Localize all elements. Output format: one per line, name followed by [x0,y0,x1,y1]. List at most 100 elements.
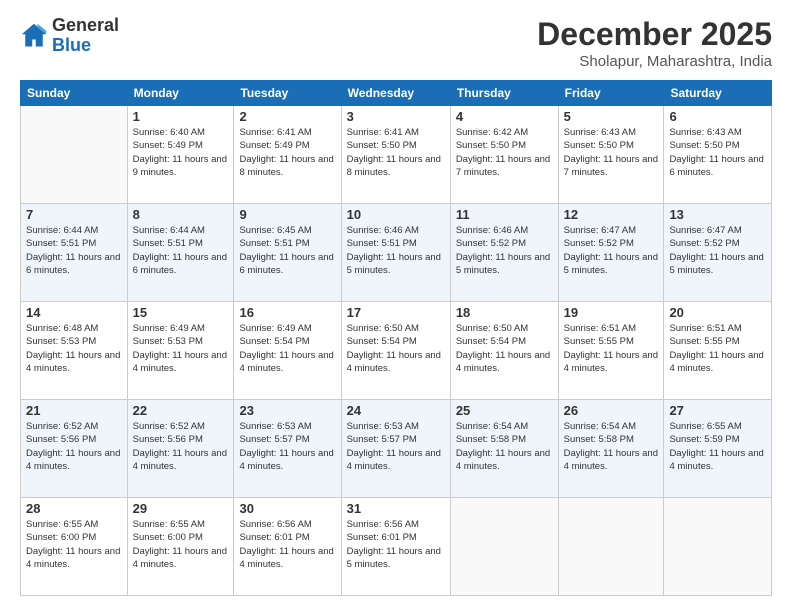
cell-sun-info: Sunrise: 6:50 AMSunset: 5:54 PMDaylight:… [347,322,445,375]
calendar-cell: 14 Sunrise: 6:48 AMSunset: 5:53 PMDayligh… [21,302,128,400]
day-number: 31 [347,501,445,516]
cell-sun-info: Sunrise: 6:48 AMSunset: 5:53 PMDaylight:… [26,322,122,375]
day-number: 6 [669,109,766,124]
cell-sun-info: Sunrise: 6:43 AMSunset: 5:50 PMDaylight:… [564,126,659,179]
calendar-cell: 8 Sunrise: 6:44 AMSunset: 5:51 PMDaylight… [127,204,234,302]
calendar-week-row: 7Sunrise: 6:44 AMSunset: 5:51 PMDaylight… [21,204,772,302]
cell-sun-info: Sunrise: 6:41 AMSunset: 5:49 PMDaylight:… [239,126,335,179]
day-number: 15 [133,305,229,320]
calendar-cell: 1 Sunrise: 6:40 AMSunset: 5:49 PMDaylight… [127,106,234,204]
cell-sun-info: Sunrise: 6:53 AMSunset: 5:57 PMDaylight:… [239,420,335,473]
calendar-cell: 25 Sunrise: 6:54 AMSunset: 5:58 PMDayligh… [450,400,558,498]
calendar-page: General Blue December 2025 Sholapur, Mah… [0,0,792,612]
calendar-cell: 11Sunrise: 6:46 AMSunset: 5:52 PMDayligh… [450,204,558,302]
calendar-cell: 26 Sunrise: 6:54 AMSunset: 5:58 PMDayligh… [558,400,664,498]
cell-sun-info: Sunrise: 6:51 AMSunset: 5:55 PMDaylight:… [564,322,659,375]
weekday-header-row: SundayMondayTuesdayWednesdayThursdayFrid… [21,81,772,106]
cell-sun-info: Sunrise: 6:46 AMSunset: 5:51 PMDaylight:… [347,224,445,277]
cell-sun-info: Sunrise: 6:55 AMSunset: 6:00 PMDaylight:… [26,518,122,571]
day-number: 9 [239,207,335,222]
day-number: 26 [564,403,659,418]
day-number: 18 [456,305,553,320]
calendar-cell: 13Sunrise: 6:47 AMSunset: 5:52 PMDayligh… [664,204,772,302]
weekday-header-monday: Monday [127,81,234,106]
calendar-cell [450,498,558,596]
cell-sun-info: Sunrise: 6:56 AMSunset: 6:01 PMDaylight:… [239,518,335,571]
calendar-cell: 23 Sunrise: 6:53 AMSunset: 5:57 PMDayligh… [234,400,341,498]
day-number: 17 [347,305,445,320]
weekday-header-tuesday: Tuesday [234,81,341,106]
day-number: 13 [669,207,766,222]
cell-sun-info: Sunrise: 6:47 AMSunset: 5:52 PMDaylight:… [564,224,659,277]
cell-sun-info: Sunrise: 6:44 AMSunset: 5:51 PMDaylight:… [133,224,229,277]
day-number: 2 [239,109,335,124]
day-number: 21 [26,403,122,418]
day-number: 3 [347,109,445,124]
calendar-cell: 27 Sunrise: 6:55 AMSunset: 5:59 PMDayligh… [664,400,772,498]
calendar-cell: 15 Sunrise: 6:49 AMSunset: 5:53 PMDayligh… [127,302,234,400]
cell-sun-info: Sunrise: 6:54 AMSunset: 5:58 PMDaylight:… [456,420,553,473]
cell-sun-info: Sunrise: 6:53 AMSunset: 5:57 PMDaylight:… [347,420,445,473]
calendar-cell: 12 Sunrise: 6:47 AMSunset: 5:52 PMDayligh… [558,204,664,302]
calendar-week-row: 28 Sunrise: 6:55 AMSunset: 6:00 PMDayligh… [21,498,772,596]
cell-sun-info: Sunrise: 6:43 AMSunset: 5:50 PMDaylight:… [669,126,766,179]
month-title: December 2025 [537,16,772,53]
cell-sun-info: Sunrise: 6:44 AMSunset: 5:51 PMDaylight:… [26,224,122,277]
calendar-cell: 7Sunrise: 6:44 AMSunset: 5:51 PMDaylight… [21,204,128,302]
calendar-cell: 6 Sunrise: 6:43 AMSunset: 5:50 PMDaylight… [664,106,772,204]
logo-icon [20,22,48,50]
calendar-cell: 3 Sunrise: 6:41 AMSunset: 5:50 PMDaylight… [341,106,450,204]
day-number: 22 [133,403,229,418]
weekday-header-wednesday: Wednesday [341,81,450,106]
calendar-cell: 10 Sunrise: 6:46 AMSunset: 5:51 PMDayligh… [341,204,450,302]
day-number: 19 [564,305,659,320]
cell-sun-info: Sunrise: 6:42 AMSunset: 5:50 PMDaylight:… [456,126,553,179]
calendar-week-row: 21 Sunrise: 6:52 AMSunset: 5:56 PMDayligh… [21,400,772,498]
cell-sun-info: Sunrise: 6:54 AMSunset: 5:58 PMDaylight:… [564,420,659,473]
cell-sun-info: Sunrise: 6:52 AMSunset: 5:56 PMDaylight:… [133,420,229,473]
day-number: 1 [133,109,229,124]
calendar-table: SundayMondayTuesdayWednesdayThursdayFrid… [20,80,772,596]
day-number: 20 [669,305,766,320]
cell-sun-info: Sunrise: 6:55 AMSunset: 6:00 PMDaylight:… [133,518,229,571]
calendar-cell [664,498,772,596]
calendar-cell: 29 Sunrise: 6:55 AMSunset: 6:00 PMDayligh… [127,498,234,596]
day-number: 4 [456,109,553,124]
day-number: 27 [669,403,766,418]
calendar-cell: 20Sunrise: 6:51 AMSunset: 5:55 PMDayligh… [664,302,772,400]
day-number: 28 [26,501,122,516]
day-number: 29 [133,501,229,516]
weekday-header-saturday: Saturday [664,81,772,106]
logo: General Blue [20,16,119,56]
calendar-cell: 5Sunrise: 6:43 AMSunset: 5:50 PMDaylight… [558,106,664,204]
day-number: 10 [347,207,445,222]
weekday-header-thursday: Thursday [450,81,558,106]
day-number: 23 [239,403,335,418]
calendar-cell: 21Sunrise: 6:52 AMSunset: 5:56 PMDayligh… [21,400,128,498]
header: General Blue December 2025 Sholapur, Mah… [20,16,772,70]
logo-text: General Blue [52,16,119,56]
day-number: 14 [26,305,122,320]
day-number: 12 [564,207,659,222]
calendar-cell: 9Sunrise: 6:45 AMSunset: 5:51 PMDaylight… [234,204,341,302]
day-number: 8 [133,207,229,222]
cell-sun-info: Sunrise: 6:50 AMSunset: 5:54 PMDaylight:… [456,322,553,375]
cell-sun-info: Sunrise: 6:41 AMSunset: 5:50 PMDaylight:… [347,126,445,179]
calendar-cell: 4 Sunrise: 6:42 AMSunset: 5:50 PMDaylight… [450,106,558,204]
day-number: 25 [456,403,553,418]
cell-sun-info: Sunrise: 6:49 AMSunset: 5:54 PMDaylight:… [239,322,335,375]
day-number: 16 [239,305,335,320]
calendar-cell: 19 Sunrise: 6:51 AMSunset: 5:55 PMDayligh… [558,302,664,400]
calendar-cell [558,498,664,596]
cell-sun-info: Sunrise: 6:40 AMSunset: 5:49 PMDaylight:… [133,126,229,179]
calendar-cell: 24 Sunrise: 6:53 AMSunset: 5:57 PMDayligh… [341,400,450,498]
calendar-week-row: 14 Sunrise: 6:48 AMSunset: 5:53 PMDayligh… [21,302,772,400]
day-number: 24 [347,403,445,418]
cell-sun-info: Sunrise: 6:49 AMSunset: 5:53 PMDaylight:… [133,322,229,375]
calendar-cell: 30Sunrise: 6:56 AMSunset: 6:01 PMDayligh… [234,498,341,596]
weekday-header-sunday: Sunday [21,81,128,106]
cell-sun-info: Sunrise: 6:55 AMSunset: 5:59 PMDaylight:… [669,420,766,473]
cell-sun-info: Sunrise: 6:46 AMSunset: 5:52 PMDaylight:… [456,224,553,277]
calendar-cell: 28 Sunrise: 6:55 AMSunset: 6:00 PMDayligh… [21,498,128,596]
weekday-header-friday: Friday [558,81,664,106]
